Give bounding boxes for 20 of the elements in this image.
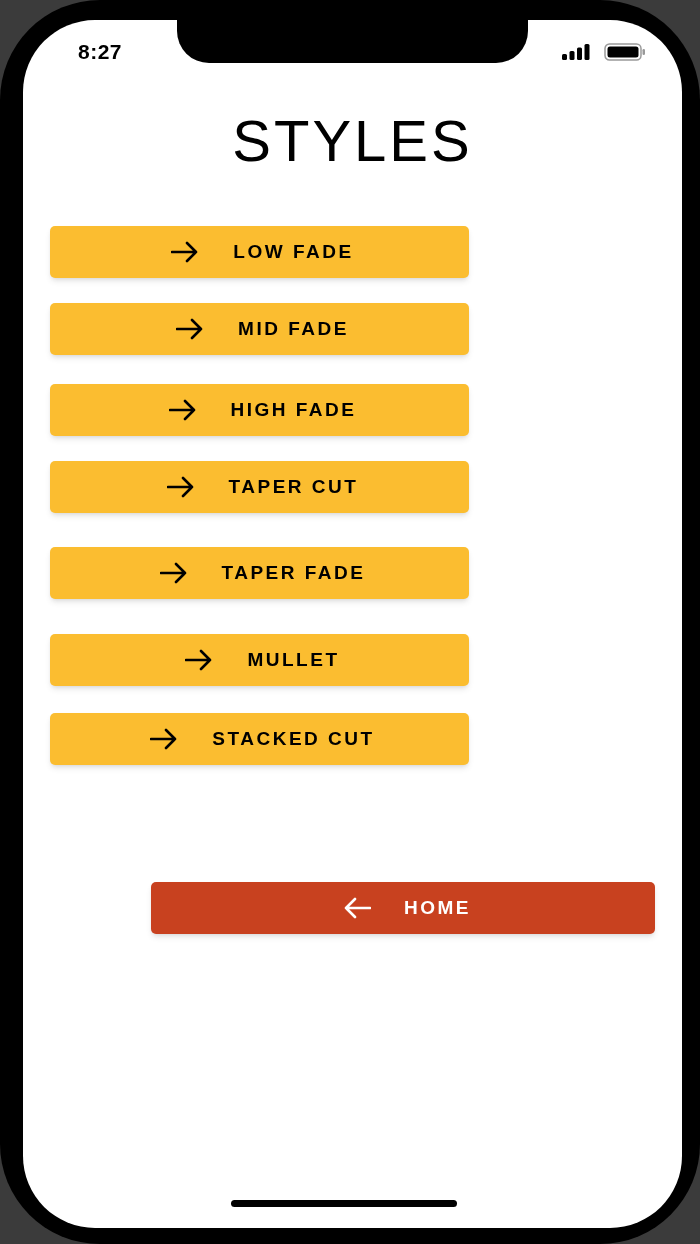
arrow-left-icon <box>343 897 371 919</box>
arrow-right-icon <box>176 318 205 340</box>
arrow-right-icon <box>185 649 214 671</box>
arrow-right-icon <box>159 562 188 584</box>
status-time: 8:27 <box>78 39 123 66</box>
battery-icon <box>604 43 645 61</box>
style-button[interactable]: TAPER FADE <box>50 547 469 599</box>
style-button[interactable]: MULLET <box>50 634 469 686</box>
signal-icon <box>562 44 590 60</box>
style-button[interactable]: MID FADE <box>50 303 469 355</box>
arrow-right-icon <box>171 241 200 263</box>
arrow-right-icon <box>150 728 179 750</box>
style-button[interactable]: HIGH FADE <box>50 384 469 436</box>
home-button[interactable]: HOME <box>151 882 655 934</box>
arrow-right-icon <box>168 399 197 421</box>
style-button[interactable]: STACKED CUT <box>50 713 469 765</box>
arrow-right-icon <box>166 476 195 498</box>
style-button[interactable]: TAPER CUT <box>50 461 469 513</box>
style-button[interactable]: LOW FADE <box>50 226 469 278</box>
page-title: STYLES <box>232 112 473 170</box>
